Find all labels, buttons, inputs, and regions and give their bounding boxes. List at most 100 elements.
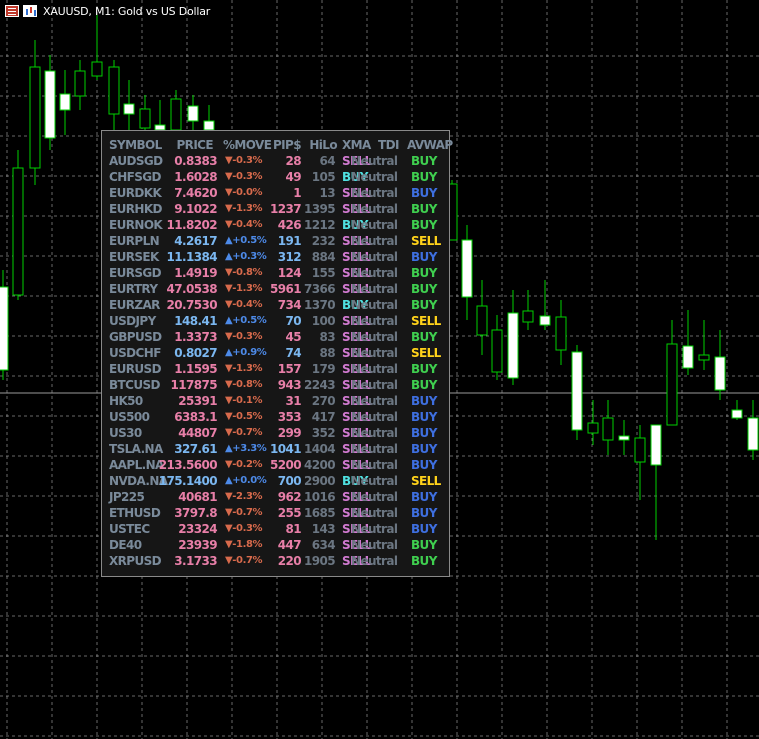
header-avwap: AVWAP	[407, 138, 453, 152]
price-cell: 7.4620	[174, 186, 217, 200]
scanner-row[interactable]: AUDSGD 0.8383 ▼-0.3% 28 64 SELL Neutral BUY	[102, 153, 449, 169]
scanner-row[interactable]: EURDKK 7.4620 ▼-0.0% 1 13 SELL Neutral BUY	[102, 185, 449, 201]
scanner-row[interactable]: GBPUSD 1.3373 ▼-0.3% 45 83 SELL Neutral BUY	[102, 329, 449, 345]
scanner-row[interactable]: DE40 23939 ▼-1.8% 447 634 SELL Neutral BUY	[102, 537, 449, 553]
pips-cell: 353	[277, 410, 302, 424]
scanner-row[interactable]: US500 6383.1 ▼-0.5% 353 417 SELL Neutral BUY	[102, 409, 449, 425]
hilo-cell: 2900	[304, 474, 336, 488]
move-cell: ▼-2.3%	[225, 491, 263, 502]
pips-cell: 124	[277, 266, 302, 280]
move-cell: ▼-0.2%	[225, 459, 263, 470]
symbol-cell: CHFSGD	[109, 170, 162, 184]
move-cell: ▼-0.7%	[225, 507, 263, 518]
header-move: %MOVE	[223, 138, 272, 152]
tdi-signal-cell: Neutral	[351, 522, 398, 536]
avwap-signal-cell: BUY	[411, 298, 437, 312]
price-cell: 44807	[178, 426, 217, 440]
pips-cell: 81	[285, 522, 302, 536]
bullish-candle	[539, 315, 551, 326]
move-cell: ▲+0.0%	[225, 475, 267, 486]
tdi-signal-cell: Neutral	[351, 410, 398, 424]
symbol-cell: EURZAR	[109, 298, 160, 312]
symbol-cell: EURTRY	[109, 282, 158, 296]
scanner-row[interactable]: TSLA.NA 327.61 ▲+3.3% 1041 1404 SELL Neutral BU…	[102, 441, 449, 457]
scanner-row[interactable]: EURTRY 47.0538 ▼-1.3% 5961 7366 SELL Neutral BU…	[102, 281, 449, 297]
hilo-cell: 13	[319, 186, 336, 200]
symbol-cell: US30	[109, 426, 142, 440]
hilo-cell: 1016	[304, 490, 336, 504]
scanner-row[interactable]: EURNOK 11.8202 ▼-0.4% 426 1212 BUY Neutral BUY	[102, 217, 449, 233]
bearish-candle	[555, 316, 567, 351]
scanner-row[interactable]: EURUSD 1.1595 ▼-1.3% 157 179 SELL Neutral BUY	[102, 361, 449, 377]
avwap-signal-cell: SELL	[411, 474, 441, 488]
scanner-row[interactable]: EURPLN 4.2617 ▲+0.5% 191 232 SELL Neutral SELL	[102, 233, 449, 249]
bullish-candle	[123, 103, 135, 115]
chart-header: XAUUSD, M1: Gold vs US Dollar	[0, 0, 210, 22]
price-cell: 327.61	[174, 442, 217, 456]
scanner-row[interactable]: EURSGD 1.4919 ▼-0.8% 124 155 SELL Neutral BUY	[102, 265, 449, 281]
bullish-candle	[571, 351, 583, 431]
chart-icon[interactable]	[23, 5, 37, 17]
bearish-candle	[476, 305, 488, 336]
chart-window[interactable]: XAUUSD, M1: Gold vs US Dollar SYMBOL PRI…	[0, 0, 759, 739]
scanner-row[interactable]: HK50 25391 ▼-0.1% 31 270 SELL Neutral BUY	[102, 393, 449, 409]
tdi-signal-cell: Neutral	[351, 314, 398, 328]
header-symbol: SYMBOL	[109, 138, 162, 152]
scanner-row[interactable]: USTEC 23324 ▼-0.3% 81 143 SELL Neutral BUY	[102, 521, 449, 537]
avwap-signal-cell: BUY	[411, 522, 437, 536]
avwap-signal-cell: BUY	[411, 154, 437, 168]
price-cell: 1.4919	[174, 266, 217, 280]
scanner-row[interactable]: NVDA.NA 175.1400 ▲+0.0% 700 2900 BUY Neutral SE…	[102, 473, 449, 489]
move-cell: ▼-1.3%	[225, 203, 263, 214]
price-cell: 1.3373	[174, 330, 217, 344]
scanner-row[interactable]: US30 44807 ▼-0.7% 299 352 SELL Neutral BUY	[102, 425, 449, 441]
scanner-row[interactable]: JP225 40681 ▼-2.3% 962 1016 SELL Neutral BUY	[102, 489, 449, 505]
move-cell: ▼-0.1%	[225, 395, 263, 406]
scanner-row[interactable]: USDCHF 0.8027 ▲+0.9% 74 88 SELL Neutral SELL	[102, 345, 449, 361]
scanner-row[interactable]: XRPUSD 3.1733 ▼-0.7% 220 1905 SELL Neutral BUY	[102, 553, 449, 569]
tdi-signal-cell: Neutral	[351, 362, 398, 376]
hilo-cell: 179	[311, 362, 336, 376]
avwap-signal-cell: BUY	[411, 394, 437, 408]
tdi-signal-cell: Neutral	[351, 506, 398, 520]
avwap-signal-cell: BUY	[411, 282, 437, 296]
avwap-signal-cell: BUY	[411, 202, 437, 216]
market-scanner-panel[interactable]: SYMBOL PRICE %MOVE PIP$ HiLo XMA TDI AVW…	[101, 130, 453, 577]
scanner-row[interactable]: AAPL.NA 213.5600 ▼-0.2% 5200 4200 SELL Neutral…	[102, 457, 449, 473]
pips-cell: 5961	[270, 282, 302, 296]
avwap-signal-cell: SELL	[411, 346, 441, 360]
symbol-cell: AUDSGD	[109, 154, 163, 168]
bullish-candle	[44, 70, 56, 139]
price-cell: 213.5600	[158, 458, 218, 472]
symbol-cell: EURSGD	[109, 266, 162, 280]
tdi-signal-cell: Neutral	[351, 234, 398, 248]
move-cell: ▼-0.3%	[225, 331, 263, 342]
menu-icon[interactable]	[5, 5, 19, 17]
symbol-cell: BTCUSD	[109, 378, 160, 392]
scanner-row[interactable]: ETHUSD 3797.8 ▼-0.7% 255 1685 SELL Neutral BUY	[102, 505, 449, 521]
scanner-row[interactable]: EURHKD 9.1022 ▼-1.3% 1237 1395 SELL Neutral BUY	[102, 201, 449, 217]
move-cell: ▼-0.3%	[225, 171, 263, 182]
bearish-candle	[491, 329, 503, 373]
hilo-cell: 1685	[304, 506, 336, 520]
bullish-candle	[650, 424, 662, 466]
scanner-row[interactable]: EURSEK 11.1384 ▲+0.3% 312 884 SELL Neutral BUY	[102, 249, 449, 265]
hilo-cell: 1395	[304, 202, 336, 216]
avwap-signal-cell: BUY	[411, 458, 437, 472]
move-cell: ▼-0.0%	[225, 187, 263, 198]
scanner-row[interactable]: CHFSGD 1.6028 ▼-0.3% 49 105 BUY Neutral BUY	[102, 169, 449, 185]
scanner-row[interactable]: USDJPY 148.41 ▲+0.5% 70 100 SELL Neutral SELL	[102, 313, 449, 329]
hilo-cell: 64	[319, 154, 336, 168]
scanner-row[interactable]: EURZAR 20.7530 ▼-0.4% 734 1370 BUY Neutral BUY	[102, 297, 449, 313]
tdi-signal-cell: Neutral	[351, 298, 398, 312]
pips-cell: 45	[285, 330, 302, 344]
symbol-cell: EURHKD	[109, 202, 162, 216]
pips-cell: 31	[285, 394, 302, 408]
price-cell: 1.6028	[174, 170, 217, 184]
symbol-cell: USDCHF	[109, 346, 161, 360]
tdi-signal-cell: Neutral	[351, 170, 398, 184]
scanner-row[interactable]: BTCUSD 117875 ▼-0.8% 943 2243 SELL Neutral BUY	[102, 377, 449, 393]
pips-cell: 191	[277, 234, 302, 248]
hilo-cell: 417	[311, 410, 336, 424]
header-price: PRICE	[176, 138, 213, 152]
